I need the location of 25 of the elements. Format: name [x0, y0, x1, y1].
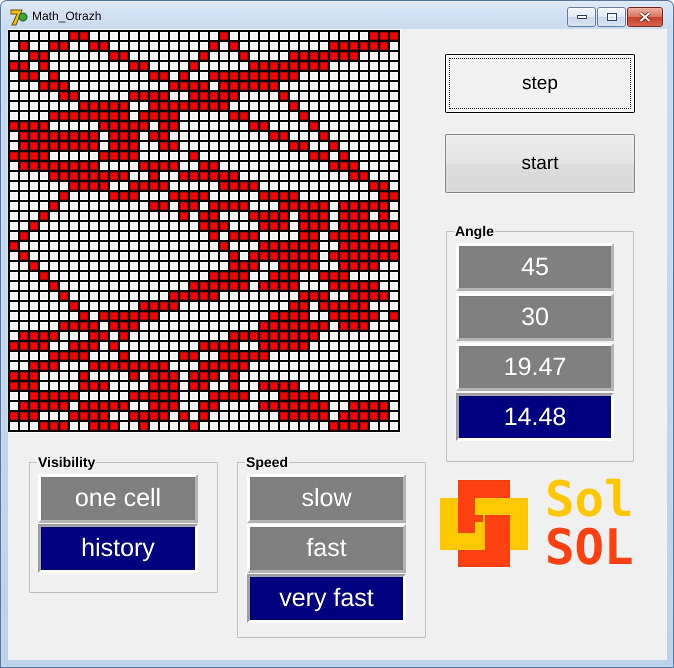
option-button[interactable]: one cell	[38, 474, 198, 523]
option-button[interactable]: 30	[456, 293, 614, 341]
option-button[interactable]: history	[38, 524, 198, 573]
minimize-button[interactable]	[567, 7, 596, 27]
window-title: Math_Otrazh	[32, 8, 102, 24]
option-button[interactable]: very fast	[247, 574, 406, 623]
zigzag-ball-icon	[10, 8, 28, 26]
close-icon	[639, 12, 651, 22]
option-button[interactable]: 45	[456, 243, 614, 291]
logo-text: SOL	[545, 524, 634, 572]
minimize-icon	[576, 15, 586, 19]
group-title: Visibility	[37, 454, 96, 470]
option-button[interactable]: 14.48	[456, 393, 614, 441]
option-button[interactable]: slow	[247, 474, 406, 523]
spiral-logo-icon	[440, 480, 528, 567]
maximize-button[interactable]	[597, 7, 626, 27]
close-button[interactable]	[627, 7, 663, 27]
group-title: Speed	[245, 454, 290, 470]
command-button[interactable]: start	[445, 134, 635, 193]
option-button[interactable]: 19.47	[456, 343, 614, 391]
group-title: Angle	[454, 223, 495, 239]
option-button[interactable]: fast	[247, 524, 406, 573]
logo-text: Sol	[545, 476, 634, 524]
maximize-icon	[606, 13, 616, 21]
command-button[interactable]: step	[445, 54, 635, 113]
